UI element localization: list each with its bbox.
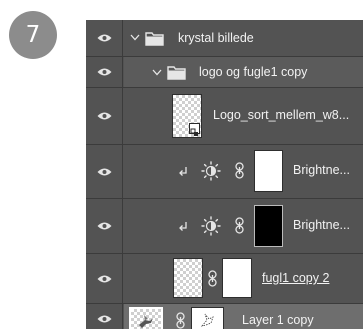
eye-icon <box>97 34 111 42</box>
chevron-down-icon[interactable] <box>130 34 140 41</box>
visibility-toggle[interactable] <box>86 199 123 253</box>
link-icon[interactable] <box>235 217 244 234</box>
folder-icon <box>167 66 186 80</box>
eye-icon <box>97 112 111 120</box>
layer-mask-thumbnail[interactable] <box>191 307 224 329</box>
chevron-down-icon[interactable] <box>152 69 162 76</box>
layer-name: logo og fugle1 copy <box>199 65 308 79</box>
layer-thumbnail <box>173 258 203 298</box>
layer-name: fugl1 copy 2 <box>262 271 330 285</box>
visibility-toggle[interactable] <box>86 254 123 303</box>
visibility-toggle[interactable] <box>86 304 123 329</box>
eye-icon <box>97 168 111 175</box>
clipping-arrow-icon <box>179 222 187 231</box>
layer-row-layer-1-copy[interactable]: Layer 1 copy <box>86 304 363 329</box>
brightness-adjustment-icon <box>201 216 221 236</box>
layer-row-brightness-2[interactable]: Brightne... <box>86 199 363 254</box>
layer-name: Logo_sort_mellem_w8... <box>213 108 350 122</box>
layer-name: Brightne... <box>293 163 350 177</box>
layer-name: Layer 1 copy <box>242 313 314 327</box>
smart-object-badge-icon <box>189 123 200 136</box>
clipping-arrow-icon <box>179 167 187 176</box>
eye-icon <box>97 68 111 76</box>
visibility-toggle[interactable] <box>86 20 123 56</box>
layer-mask-thumbnail[interactable] <box>254 150 283 192</box>
layer-thumbnail <box>129 307 163 329</box>
visibility-toggle[interactable] <box>86 145 123 198</box>
link-icon[interactable] <box>235 162 244 179</box>
layer-row-fugl1-copy-2[interactable]: fugl1 copy 2 <box>86 254 363 304</box>
step-number-badge: 7 <box>9 11 57 59</box>
eye-icon <box>97 275 111 282</box>
layer-row-logo-og-fugle1-copy[interactable]: logo og fugle1 copy <box>86 57 363 88</box>
eye-icon <box>97 222 111 230</box>
brightness-adjustment-icon <box>201 161 221 181</box>
layers-panel: krystal billede logo og fugle1 copy Logo… <box>86 20 363 329</box>
layer-row-brightness-1[interactable]: Brightne... <box>86 145 363 199</box>
visibility-toggle[interactable] <box>86 57 123 87</box>
layer-mask-thumbnail[interactable] <box>254 205 283 247</box>
layer-name: krystal billede <box>178 31 254 45</box>
folder-icon <box>145 32 164 46</box>
visibility-toggle[interactable] <box>86 88 123 144</box>
eye-icon <box>97 315 111 323</box>
layer-mask-thumbnail[interactable] <box>222 258 252 298</box>
link-icon[interactable] <box>176 312 185 329</box>
link-icon[interactable] <box>208 270 217 287</box>
layer-name: Brightne... <box>293 218 350 232</box>
layer-row-krystal-billede[interactable]: krystal billede <box>86 20 363 57</box>
layer-row-logo-sort[interactable]: Logo_sort_mellem_w8... <box>86 88 363 145</box>
